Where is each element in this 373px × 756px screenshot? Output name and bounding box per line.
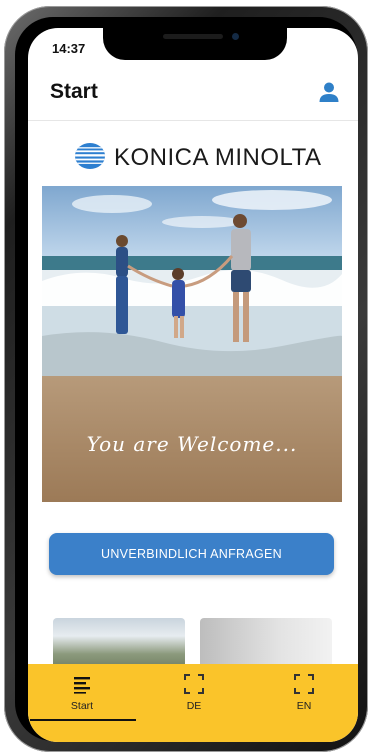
speaker-grille [163,34,223,39]
inquiry-button[interactable]: UNVERBINDLICH ANFRAGEN [49,533,334,575]
scan-frame-icon [184,674,204,694]
brand-logo-row: KONICA MINOLTA [28,136,358,176]
tab-label: DE [186,700,202,712]
app-header: Start [28,68,358,121]
phone-notch [103,28,287,60]
tab-label: Start [70,700,94,712]
hero-image: You are Welcome... [42,186,342,502]
konica-minolta-globe-icon [75,143,105,169]
tab-de[interactable]: DE [144,672,244,712]
hero-caption: You are Welcome... [86,432,298,456]
brand-name: KONICA MINOLTA [114,144,322,171]
status-time: 14:37 [52,41,86,56]
tab-start[interactable]: Start [32,672,132,712]
app-screen: 14:37 Start KONICA MINOLTA You are Welco… [28,28,358,742]
active-tab-indicator [30,719,136,721]
tab-en[interactable]: EN [254,672,354,712]
menu-lines-icon [74,677,90,694]
scan-frame-icon [294,674,314,694]
front-camera [232,33,239,40]
bottom-tab-bar: Start DE EN [28,664,358,742]
page-title: Start [50,80,98,103]
user-icon[interactable] [318,81,340,103]
tab-label: EN [296,700,312,712]
